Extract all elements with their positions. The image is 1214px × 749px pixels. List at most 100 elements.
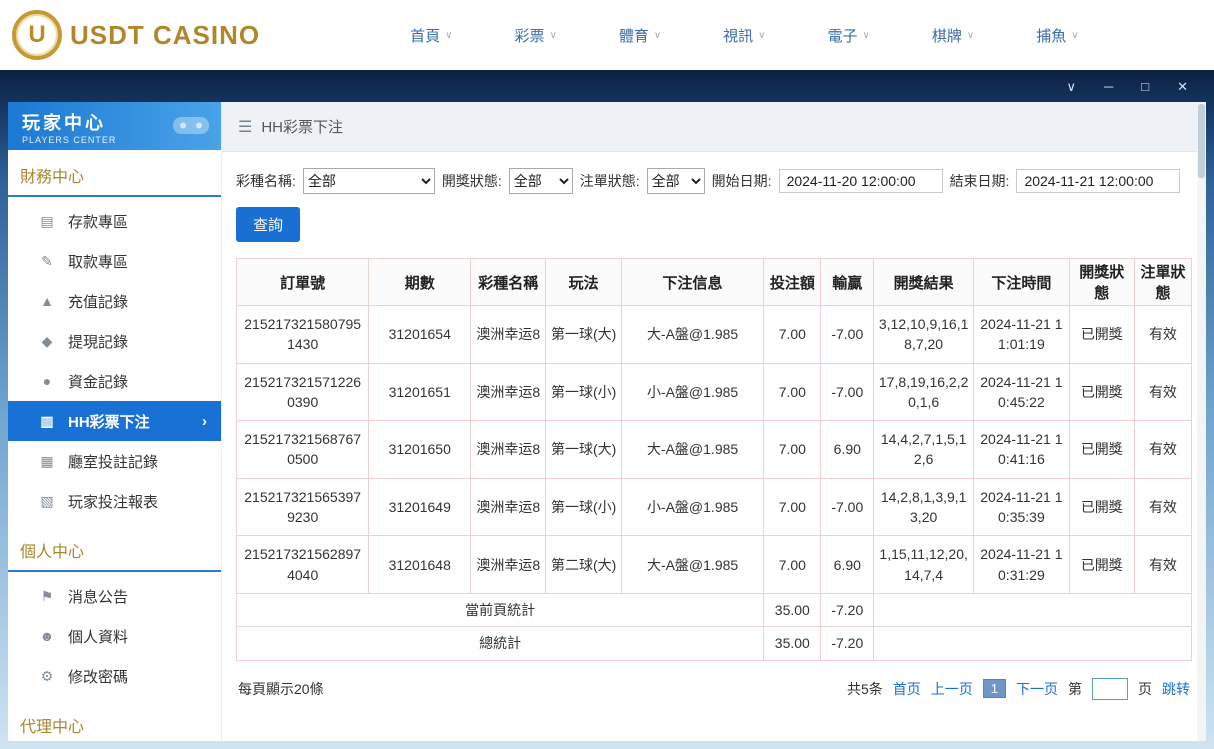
app-window: ∨ ─ □ ✕ 玩家中心 PLAYERS CENTER 財務中心 ▤ 存款專區	[0, 70, 1214, 749]
cell-order-status: 有效	[1133, 477, 1193, 537]
page-size-label: 每頁顯示20條	[238, 680, 324, 697]
sidebar-section-personal: 個人中心 ⚑ 消息公告 ☻ 個人資料 ⚙ 修改密碼	[8, 525, 221, 700]
brand-logo: U USDT CASINO	[12, 10, 260, 60]
sidebar-item-deposit[interactable]: ▤ 存款專區	[8, 201, 221, 241]
cell-bet-time: 2024-11-21 10:31:29	[973, 535, 1070, 594]
nav-label: 首頁	[410, 27, 441, 45]
nav-label: 彩票	[514, 27, 545, 45]
cell-bet-amount: 7.00	[763, 420, 822, 479]
cell-bet-info: 小-A盤@1.985	[620, 362, 765, 422]
cell-bet-amount: 7.00	[763, 535, 822, 594]
search-button[interactable]: 查詢	[236, 207, 301, 242]
funds-record-icon: ●	[42, 373, 52, 389]
lottery-ticket-icon: ▥	[40, 412, 54, 429]
table-row: 2152173215628974040 31201648 澳洲幸运8 第二球(大) 大-…	[235, 535, 1193, 594]
report-icon: ▧	[40, 492, 54, 509]
jump-button[interactable]: 跳转	[1162, 679, 1190, 699]
table-header-row: 訂單號 期數 彩種名稱 玩法 下注信息 投注額 輸贏 開獎結果 下注時間 開獎狀態 注單狀態	[235, 258, 1193, 306]
jump-label-before: 第	[1068, 680, 1082, 697]
sidebar-item-recharge-record[interactable]: ▲ 充值記錄	[8, 281, 221, 321]
window-maximize-button[interactable]: □	[1141, 80, 1149, 93]
sidebar-item-announcements[interactable]: ⚑ 消息公告	[8, 576, 221, 616]
cell-bet-info: 大-A盤@1.985	[620, 420, 765, 479]
sidebar-item-withdraw[interactable]: ✎ 取款專區	[8, 241, 221, 281]
cell-win-loss: -7.00	[820, 305, 875, 364]
scrollbar-thumb[interactable]	[1198, 104, 1205, 178]
sidebar-section-agent: 代理中心	[8, 700, 221, 741]
sidebar-item-room-bet-record[interactable]: ▦ 廳室投註記錄	[8, 441, 221, 481]
page-jump-input[interactable]	[1092, 677, 1128, 700]
nav-label: 捕魚	[1036, 27, 1067, 45]
sidebar-section-finance: 財務中心 ▤ 存款專區 ✎ 取款專區 ▲ 充值記錄 ◆ 提現記錄 ● 資金記錄 …	[8, 150, 221, 525]
sidebar-item-funds-record[interactable]: ● 資金記錄	[8, 361, 221, 401]
cell-order-status: 有效	[1133, 362, 1193, 422]
window-close-button[interactable]: ✕	[1177, 80, 1188, 93]
nav-item-home[interactable]: 首頁 ∨	[410, 25, 452, 46]
gear-icon: ⚙	[40, 667, 54, 684]
end-date-input[interactable]	[1016, 169, 1181, 193]
col-header-play-type: 玩法	[545, 258, 622, 306]
user-icon: ☻	[39, 628, 55, 644]
table-body: 2152173215807951430 31201654 澳洲幸运8 第一球(大) 大-…	[235, 305, 1193, 594]
cell-draw-result: 14,2,8,1,3,9,13,20	[873, 477, 975, 537]
next-page-link[interactable]: 下一页	[1016, 679, 1058, 699]
window-minimize-button[interactable]: ─	[1104, 80, 1113, 93]
page-summary-label: 當前頁統計	[235, 592, 765, 628]
nav-item-sports[interactable]: 體育 ∨	[619, 25, 661, 46]
total-summary-bet: 35.00	[763, 626, 822, 661]
cell-play-type: 第一球(大)	[545, 420, 622, 479]
cell-lottery-name: 澳洲幸运8	[470, 535, 547, 594]
chevron-down-icon: ∨	[758, 29, 766, 41]
sidebar-item-label: 資金記錄	[68, 373, 129, 391]
start-date-label: 開始日期:	[711, 173, 772, 189]
lottery-name-select[interactable]: 全部	[302, 168, 435, 194]
cell-draw-result: 14,4,2,7,1,5,12,6	[873, 420, 975, 479]
table-row: 2152173215712260390 31201651 澳洲幸运8 第一球(小) 小-…	[235, 362, 1193, 422]
cell-lottery-name: 澳洲幸运8	[470, 420, 547, 479]
total-count: 共5条	[846, 680, 883, 697]
menu-toggle-icon[interactable]: ☰	[238, 117, 252, 137]
table-row: 2152173215807951430 31201654 澳洲幸运8 第一球(大) 大-…	[235, 305, 1193, 364]
nav-item-live-video[interactable]: 視訊 ∨	[723, 25, 765, 46]
nav-label: 棋牌	[931, 27, 962, 45]
deposit-icon: ▤	[40, 212, 54, 229]
sidebar-item-profile[interactable]: ☻ 個人資料	[8, 616, 221, 656]
start-date-input[interactable]	[778, 169, 943, 193]
prev-page-link[interactable]: 上一页	[931, 679, 973, 699]
cell-order-no: 2152173215807951430	[235, 305, 370, 364]
cell-win-loss: -7.00	[820, 362, 875, 422]
nav-label: 體育	[618, 27, 649, 45]
sidebar-item-hh-lottery-bets[interactable]: ▥ HH彩票下注 ›	[8, 401, 221, 441]
cell-draw-status: 已開獎	[1068, 535, 1135, 594]
order-status-select[interactable]: 全部	[646, 168, 705, 194]
current-page[interactable]: 1	[982, 679, 1006, 699]
nav-item-slots[interactable]: 電子 ∨	[828, 25, 870, 46]
sidebar-item-change-password[interactable]: ⚙ 修改密碼	[8, 656, 221, 696]
first-page-link[interactable]: 首页	[893, 679, 921, 699]
page-summary-empty	[873, 592, 1192, 628]
sidebar-item-label: 修改密碼	[68, 668, 129, 686]
nav-item-fishing[interactable]: 捕魚 ∨	[1036, 25, 1078, 46]
window-collapse-button[interactable]: ∨	[1067, 80, 1077, 93]
draw-status-label: 開獎狀態:	[441, 173, 502, 189]
col-header-draw-result: 開獎結果	[873, 258, 975, 306]
col-header-bet-amount: 投注額	[763, 258, 822, 306]
table-row: 2152173215653979230 31201649 澳洲幸运8 第一球(小) 小-…	[235, 477, 1193, 537]
sidebar-item-player-bet-report[interactable]: ▧ 玩家投注報表	[8, 481, 221, 521]
main-content: ☰ HH彩票下注 彩種名稱: 全部 開獎狀態: 全部 注單狀態: 全部 開始日期…	[222, 102, 1206, 741]
sidebar-item-label: 取款專區	[68, 253, 129, 271]
chevron-down-icon: ∨	[862, 29, 870, 41]
cell-lottery-name: 澳洲幸运8	[470, 362, 547, 422]
cell-draw-result: 17,8,19,16,2,20,1,6	[873, 362, 975, 422]
order-status-label: 注單狀態:	[579, 173, 640, 189]
section-title-agent: 代理中心	[8, 700, 221, 741]
cell-lottery-name: 澳洲幸运8	[470, 477, 547, 537]
vertical-scrollbar[interactable]	[1197, 102, 1206, 741]
nav-item-lottery[interactable]: 彩票 ∨	[514, 25, 556, 46]
col-header-bet-info: 下注信息	[620, 258, 765, 306]
nav-item-chess[interactable]: 棋牌 ∨	[932, 25, 974, 46]
draw-status-select[interactable]: 全部	[508, 168, 573, 194]
cell-play-type: 第一球(小)	[545, 362, 622, 422]
cell-period: 31201649	[368, 477, 472, 537]
sidebar-item-withdraw-record[interactable]: ◆ 提現記錄	[8, 321, 221, 361]
